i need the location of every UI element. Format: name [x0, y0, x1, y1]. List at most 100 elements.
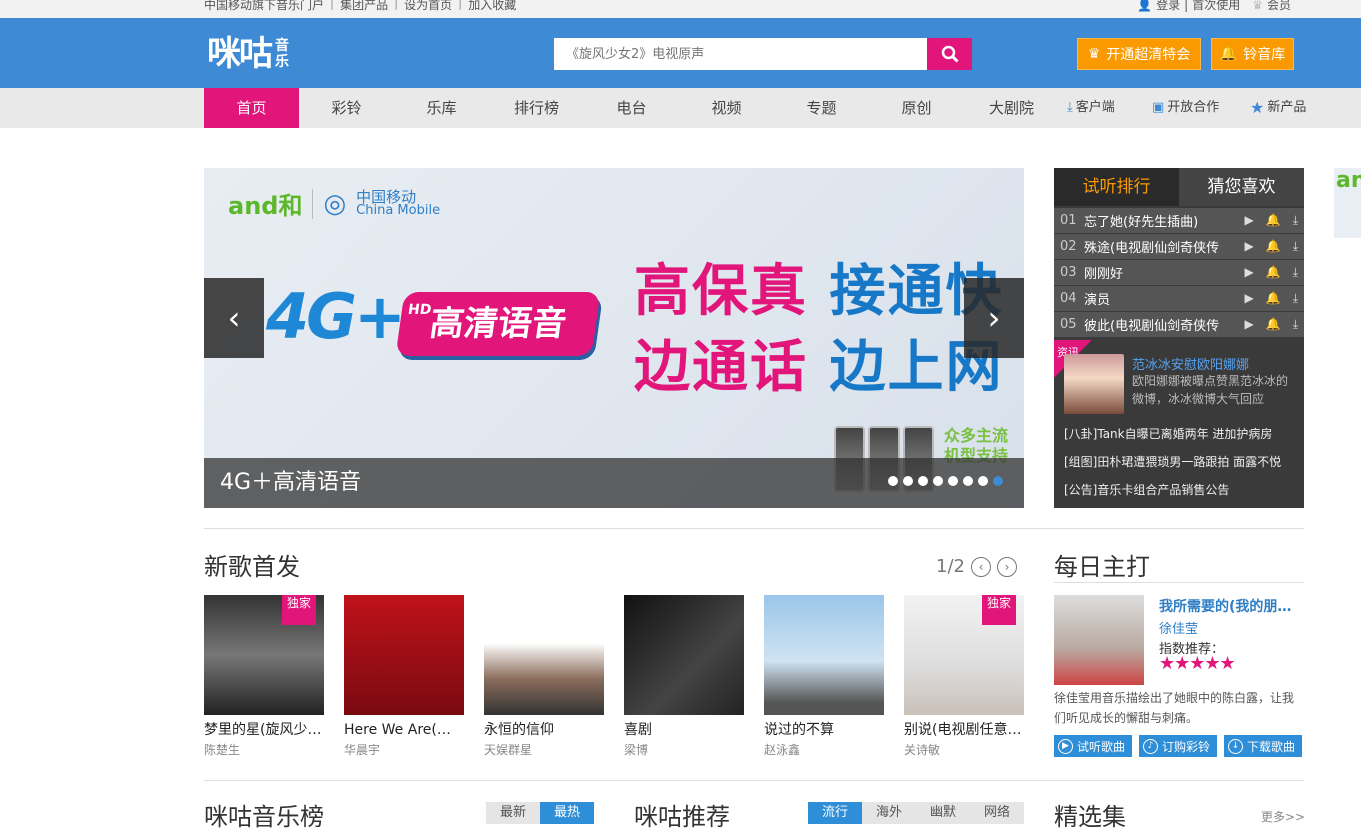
- tab-trial-rank[interactable]: 试听排行: [1054, 168, 1179, 206]
- carousel-dot[interactable]: [933, 476, 943, 486]
- song-title[interactable]: Here We Are(使徒行者): [344, 719, 464, 739]
- news-title[interactable]: 范冰冰安慰欧阳娜娜: [1132, 354, 1249, 373]
- song-card[interactable]: 永恒的信仰 天娱群星: [484, 595, 604, 758]
- news-line[interactable]: [八卦]Tank自曝已离婚两年 进加护病房: [1064, 425, 1292, 442]
- carousel-dot-active[interactable]: [993, 476, 1003, 486]
- song-title[interactable]: 别说(电视剧任意依恋): [904, 719, 1024, 739]
- rank-row[interactable]: 01 忘了她(好先生插曲) ▶ 🔔 ⤓: [1054, 208, 1304, 234]
- star-icon: ★: [1250, 98, 1265, 117]
- page-indicator: 1/2: [936, 556, 965, 577]
- song-artist[interactable]: 赵泳鑫: [764, 741, 884, 758]
- tab-latest[interactable]: 最新: [486, 802, 540, 824]
- order-ringback-button[interactable]: ♪ 订购彩铃: [1139, 735, 1217, 757]
- daily-cover[interactable]: [1054, 595, 1144, 685]
- carousel-dot[interactable]: [888, 476, 898, 486]
- play-icon: ▶: [1244, 265, 1254, 279]
- download-label: 下载歌曲: [1247, 739, 1296, 754]
- next-page-button[interactable]: ›: [996, 556, 1017, 577]
- migu-logo[interactable]: 咪咕 音乐: [207, 36, 289, 72]
- nav-library[interactable]: 乐库: [394, 88, 489, 128]
- carousel-next-button[interactable]: ›: [964, 278, 1024, 358]
- nav-new-products[interactable]: ★ 新产品: [1250, 88, 1306, 128]
- news-line[interactable]: [组图]田朴珺遭猥琐男一路跟拍 面露不悦: [1064, 453, 1292, 470]
- song-card[interactable]: 说过的不算 赵泳鑫: [764, 595, 884, 758]
- nav-charts[interactable]: 排行榜: [489, 88, 584, 128]
- song-artist[interactable]: 华晨宇: [344, 741, 464, 758]
- song-cover[interactable]: [624, 595, 744, 715]
- tab-humor[interactable]: 幽默: [916, 802, 970, 824]
- song-cover[interactable]: [484, 595, 604, 715]
- rank-row[interactable]: 04 演员 ▶ 🔔 ⤓: [1054, 286, 1304, 312]
- song-card[interactable]: 独家 别说(电视剧任意依恋) 关诗敏: [904, 595, 1024, 758]
- login-link[interactable]: 登录: [1156, 0, 1180, 13]
- topbar-favorite-link[interactable]: 加入收藏: [468, 0, 516, 13]
- tab-recommend[interactable]: 猜您喜欢: [1179, 168, 1304, 206]
- song-artist[interactable]: 梁博: [624, 741, 744, 758]
- search-input[interactable]: [554, 38, 927, 70]
- nav-topics[interactable]: 专题: [774, 88, 869, 128]
- song-cover[interactable]: 独家: [204, 595, 324, 715]
- song-cover[interactable]: [764, 595, 884, 715]
- vip-label: 开通超清特会: [1106, 47, 1191, 63]
- member-link[interactable]: 会员: [1267, 0, 1291, 13]
- carousel-dot[interactable]: [903, 476, 913, 486]
- song-title[interactable]: 永恒的信仰: [484, 719, 604, 739]
- tab-network[interactable]: 网络: [970, 802, 1024, 824]
- daily-artist[interactable]: 徐佳莹: [1159, 618, 1198, 637]
- nav-client[interactable]: ⤓ 客户端: [1067, 88, 1115, 128]
- news-avatar[interactable]: [1064, 354, 1124, 414]
- nav-home[interactable]: 首页: [204, 88, 299, 128]
- song-cover[interactable]: [344, 595, 464, 715]
- song-artist[interactable]: 关诗敏: [904, 741, 1024, 758]
- carousel-dot[interactable]: [918, 476, 928, 486]
- download-button[interactable]: ↓ 下载歌曲: [1224, 735, 1302, 757]
- first-use-link[interactable]: 首次使用: [1192, 0, 1240, 13]
- rank-row[interactable]: 03 刚刚好 ▶ 🔔 ⤓: [1054, 260, 1304, 286]
- daily-song-title[interactable]: 我所需要的(我的朋友陈白露小姐): [1159, 596, 1304, 616]
- news-line[interactable]: [公告]音乐卡组合产品销售公告: [1064, 481, 1292, 498]
- carousel-prev-button[interactable]: ‹: [204, 278, 264, 358]
- download-icon: ⤓: [1292, 239, 1298, 253]
- song-cover[interactable]: 独家: [904, 595, 1024, 715]
- ringtone-button[interactable]: 🔔 铃音库: [1211, 38, 1294, 70]
- nav-original[interactable]: 原创: [869, 88, 964, 128]
- nav-video[interactable]: 视频: [679, 88, 774, 128]
- vip-button[interactable]: ♛ 开通超清特会: [1077, 38, 1201, 70]
- side-ad-float[interactable]: an: [1334, 168, 1361, 238]
- tab-hottest[interactable]: 最热: [540, 802, 594, 824]
- rank-row[interactable]: 02 殊途(电视剧仙剑奇侠传 ▶ 🔔 ⤓: [1054, 234, 1304, 260]
- daily-desc: 徐佳莹用音乐描绘出了她眼中的陈白露，让我们听见成长的懈甜与刺痛。: [1054, 691, 1295, 725]
- song-title[interactable]: 喜剧: [624, 719, 744, 739]
- listen-button[interactable]: ▶ 试听歌曲: [1054, 735, 1132, 757]
- song-artist[interactable]: 陈楚生: [204, 741, 324, 758]
- rank-row[interactable]: 05 彼此(电视剧仙剑奇侠传 ▶ 🔔 ⤓: [1054, 312, 1304, 338]
- migu-chart-title: 咪咕音乐榜: [204, 803, 324, 831]
- song-title[interactable]: 梦里的星(旋风少女2): [204, 719, 324, 739]
- topbar-homepage-link[interactable]: 设为首页: [404, 0, 452, 13]
- search-button[interactable]: [927, 38, 972, 70]
- play-icon: ▶: [1244, 213, 1254, 227]
- nav-open[interactable]: ▣ 开放合作: [1152, 88, 1219, 128]
- topbar-portal-link[interactable]: 中国移动旗下音乐门户: [204, 0, 324, 13]
- song-card[interactable]: 独家 梦里的星(旋风少女2) 陈楚生: [204, 595, 324, 758]
- news-feature[interactable]: 资讯 范冰冰安慰欧阳娜娜 欧阳娜娜被曝点赞黑范冰冰的微博，冰冰微博大气回应: [1054, 340, 1304, 420]
- song-card[interactable]: 喜剧 梁博: [624, 595, 744, 758]
- song-artist[interactable]: 天娱群星: [484, 741, 604, 758]
- carousel-dot[interactable]: [978, 476, 988, 486]
- song-title[interactable]: 说过的不算: [764, 719, 884, 739]
- carousel-dot[interactable]: [963, 476, 973, 486]
- nav-ringback[interactable]: 彩铃: [299, 88, 394, 128]
- more-link[interactable]: 更多>>: [1261, 808, 1305, 825]
- prev-page-button[interactable]: ‹: [970, 556, 991, 577]
- nav-radio[interactable]: 电台: [584, 88, 679, 128]
- tab-pop[interactable]: 流行: [808, 802, 862, 824]
- hero-carousel[interactable]: and和 ◎ 中国移动 China Mobile 4G+ HD 高清语音 高保真 接…: [204, 168, 1024, 508]
- download-icon: ↓: [1228, 738, 1243, 754]
- play-icon: ▶: [1244, 291, 1254, 305]
- topbar-group-link[interactable]: 集团产品: [340, 0, 388, 13]
- play-icon: ▶: [1244, 239, 1254, 253]
- nav-theater[interactable]: 大剧院: [964, 88, 1059, 128]
- tab-overseas[interactable]: 海外: [862, 802, 916, 824]
- song-card[interactable]: Here We Are(使徒行者) 华晨宇: [344, 595, 464, 758]
- carousel-dot[interactable]: [948, 476, 958, 486]
